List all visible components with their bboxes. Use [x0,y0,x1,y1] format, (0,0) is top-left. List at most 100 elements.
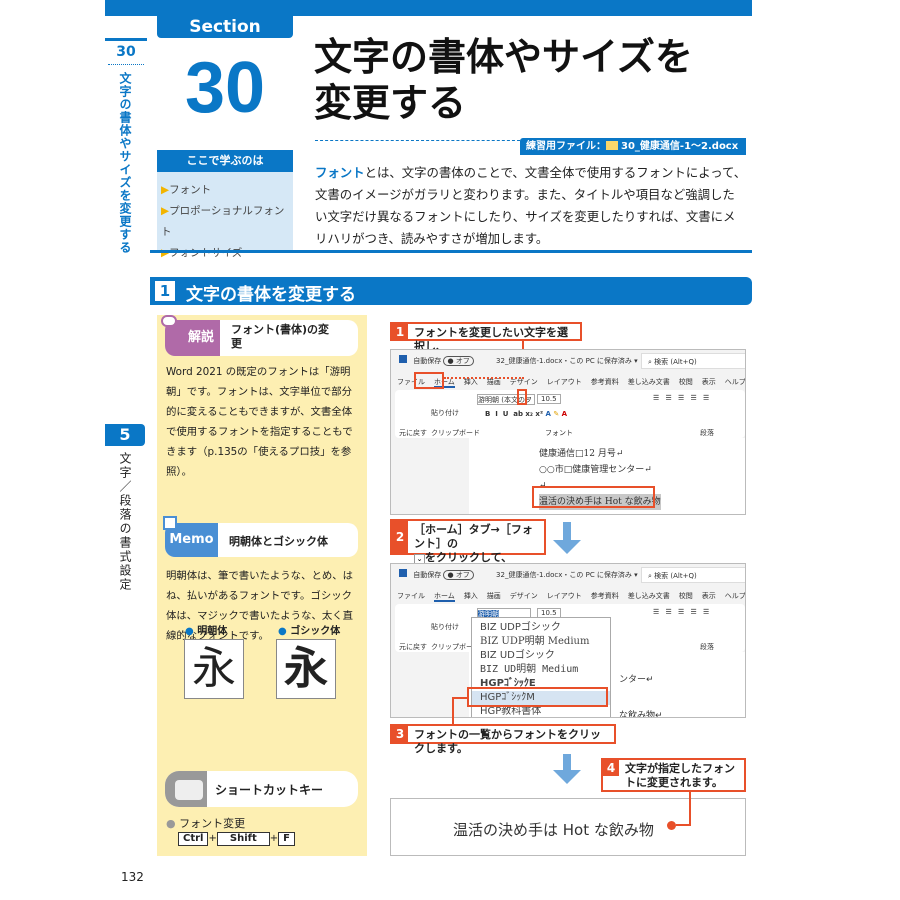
font-option[interactable]: BIZ UDPゴシック [480,621,610,635]
learn-item: ▶フォントサイズ [161,247,243,259]
top-bar [105,0,752,16]
tab-draw[interactable]: 描画 [487,378,501,386]
ribbon: 元に戻す 貼り付け クリップボード 游明朝 (本文のフォ ⌄ 10.5 B I … [395,390,745,438]
shortcut-header: ショートカットキー [165,771,358,807]
subsection-heading: 1 文字の書体を変更する [150,277,752,305]
tab-design[interactable]: デザイン [510,378,538,386]
result-document: 温活の決め手は Hot な飲み物 [390,798,746,856]
memo-pad-icon [163,516,177,530]
tab-insert[interactable]: 挿入 [464,378,478,386]
tab-insert[interactable]: 挿入 [464,592,478,600]
page-title: 文字の書体やサイズを 変更する [314,34,693,126]
speech-bubble-icon [161,315,177,327]
tab-layout[interactable]: レイアウト [547,592,582,600]
tab-review[interactable]: 校閲 [679,592,693,600]
section-number: 30 [184,48,266,128]
divider [150,250,752,253]
practice-file-label: 練習用ファイル： 30_健康通信-1～2.docx [520,138,746,155]
connector-line [452,697,467,725]
result-text: 温活の決め手は Hot な飲み物 [453,821,654,839]
paste-button[interactable]: 貼り付け [431,622,459,632]
word-icon [399,355,407,363]
tab-layout[interactable]: レイアウト [547,378,582,386]
font-option[interactable]: BIZ UDゴシック [480,649,610,663]
learn-list: ▶フォント ▶プロポーショナルフォント ▶フォントサイズ [157,172,293,259]
learn-item: ▶フォント [161,184,212,196]
section-label: Section [157,16,293,38]
title-bar: 自動保存 ● オフ 32_健康通信-1.docx・この PC に保存済み ▾ ⌕… [391,564,745,586]
highlight-font-option [467,687,608,707]
folder-icon [606,141,618,150]
gothic-sample: 永 [276,639,336,699]
tab-mailings[interactable]: 差し込み文書 [628,592,670,600]
heading-text: 文字の書体を変更する [186,285,356,305]
tab-help[interactable]: ヘルプ [725,378,745,386]
paragraph-buttons[interactable]: ☰ ☰ ☰ ☰ ☰ [653,394,711,402]
highlight-home-tab [414,372,444,389]
mincho-sample: 永 [184,639,244,699]
font-option[interactable]: BIZ UDP明朝 Medium [480,635,610,649]
down-arrow-icon [553,770,581,784]
font-option[interactable]: BIZ UD明朝 Medium [480,663,610,677]
tab-design[interactable]: デザイン [510,592,538,600]
step-2-callout: 2 ［ホーム］タブ→［フォント］の ⌄ をクリックして、 [390,519,546,564]
step-3-callout: 3 フォントの一覧からフォントをクリックします。 [390,724,616,755]
search-box[interactable]: ⌕ 検索 (Alt+Q) [641,353,745,369]
shortcut-item: ● フォント変更 [166,817,246,830]
pointer-dot [667,821,676,830]
key-ctrl: Ctrl [178,832,209,846]
kaisetsu-title: フォント(書体)の変更 [231,323,330,350]
shortcut-title: ショートカットキー [215,783,324,797]
tab-view[interactable]: 表示 [702,378,716,386]
learn-item: ▶プロポーショナルフォント [161,205,285,238]
sidebar-section-number: 30 [116,44,136,60]
intro-highlight: フォント [315,165,365,180]
down-arrow-icon [563,522,571,542]
title-line: 文字の書体やサイズを [314,35,693,79]
ribbon-tabs: ファイル ホーム 挿入 描画 デザイン レイアウト 参考資料 差し込み文書 校閲 表示 ヘルプ [397,591,745,602]
word-icon [399,569,407,577]
format-buttons[interactable]: B I U ab x₂ x² A ✎ A [485,410,567,418]
chapter-title: 文字／段落の書式設定 [118,452,132,592]
step-1-callout: 1 フォントを変更したい文字を選択し、 [390,322,582,353]
memo-header: Memo 明朝体とゴシック体 [163,516,358,557]
tab-references[interactable]: 参考資料 [591,592,619,600]
key-f: F [278,832,295,846]
font-size-box[interactable]: 10.5 [537,394,561,404]
autosave-toggle[interactable]: ● オフ [443,570,474,580]
file-name: 30_健康通信-1～2.docx [621,141,739,152]
file-label: 練習用ファイル： [526,141,606,152]
paragraph-buttons[interactable]: ☰ ☰ ☰ ☰ ☰ [653,608,711,616]
paste-button[interactable]: 貼り付け [431,408,459,418]
divider [315,140,520,141]
divider [108,64,144,65]
title-bar: 自動保存 ● オフ 32_健康通信-1.docx・この PC に保存済み ▾ ⌕… [391,350,745,372]
learn-title: ここで学ぶのは [157,150,293,172]
keyboard-icon [165,771,207,807]
tab-help[interactable]: ヘルプ [725,592,745,600]
sidebar-section-title: 文字の書体やサイズを変更する [118,72,132,254]
connector-line [444,377,524,379]
search-box[interactable]: ⌕ 検索 (Alt+Q) [641,567,745,583]
autosave-toggle[interactable]: ● オフ [443,356,474,366]
key-shift: Shift [216,832,270,846]
mincho-label: ● 明朝体 [185,626,228,637]
gothic-label: ● ゴシック体 [278,626,341,637]
tab-references[interactable]: 参考資料 [591,378,619,386]
divider [105,38,147,41]
kaisetsu-body: Word 2021 の既定のフォントは「游明朝」です。フォントは、文字単位で部分… [166,366,353,478]
tab-draw[interactable]: 描画 [487,592,501,600]
highlight-selected-text [532,486,655,508]
title-line: 変更する [314,81,467,125]
down-arrow-icon [553,540,581,554]
tab-mailings[interactable]: 差し込み文書 [628,378,670,386]
page-number: 132 [121,870,144,884]
tab-view[interactable]: 表示 [702,592,716,600]
memo-title: 明朝体とゴシック体 [229,535,328,548]
highlight-font-chevron [517,389,527,405]
tab-home[interactable]: ホーム [434,592,455,602]
connector-line [676,792,691,826]
heading-number: 1 [155,281,175,301]
tab-review[interactable]: 校閲 [679,378,693,386]
tab-file[interactable]: ファイル [397,592,425,600]
